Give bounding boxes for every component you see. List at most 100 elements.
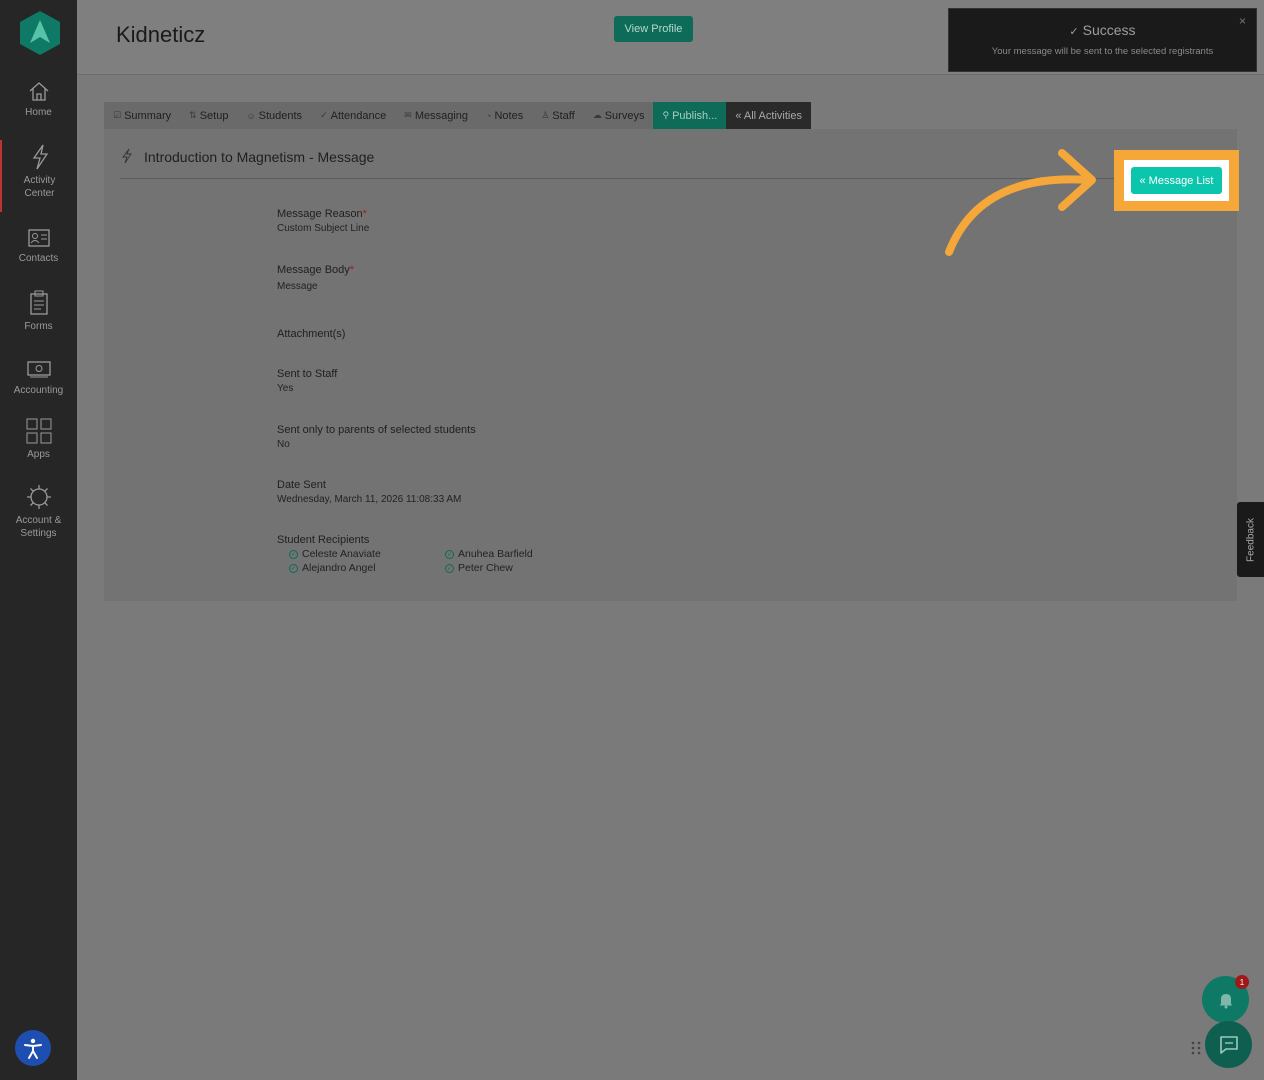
tab-surveys[interactable]: ☁ Surveys — [583, 102, 654, 129]
tab-label: Surveys — [604, 109, 645, 122]
tab-label: Messaging — [414, 109, 469, 122]
bell-icon — [1219, 993, 1232, 1008]
sidebar-item-label: Forms — [24, 321, 53, 332]
sidebar-item-label: Contacts — [18, 253, 59, 264]
gear-icon — [26, 485, 51, 509]
sidebar-item-label: Account & Settings — [15, 515, 62, 539]
required-mark: * — [349, 264, 355, 276]
sidebar-item-apps[interactable]: Apps — [0, 418, 77, 461]
contact-card-icon — [27, 229, 50, 247]
students-icon: ☺ — [246, 110, 256, 121]
recipient-item: ✓ Alejandro Angel — [289, 562, 376, 574]
home-icon — [29, 82, 48, 101]
tab-label: Students — [258, 109, 303, 122]
tab-label: Notes — [494, 109, 524, 122]
recipient-item: ✓ Celeste Anaviate — [289, 548, 381, 560]
check-circle-icon: ✓ — [1069, 26, 1079, 38]
toast-message: Your message will be sent to the selecte… — [991, 46, 1214, 57]
student-recipients-field: Student Recipients — [277, 533, 369, 548]
field-label-row: Message Reason* — [277, 207, 369, 222]
sidebar-item-accounting[interactable]: Accounting — [0, 358, 77, 397]
field-label: Attachment(s) — [277, 328, 346, 340]
check-circle-icon: ✓ — [289, 549, 298, 559]
field-value: No — [277, 439, 290, 450]
sidebar-item-label: Apps — [27, 449, 50, 460]
message-body-field: Message Body* Message — [277, 263, 354, 294]
tab-staff[interactable]: ♙ Staff — [532, 102, 584, 129]
drag-handle-icon[interactable] — [1190, 1040, 1202, 1056]
check-circle-icon: ✓ — [445, 549, 454, 559]
view-profile-button[interactable]: View Profile — [614, 16, 693, 42]
field-label-row: Message Body* — [277, 263, 354, 278]
field-label: Message Body — [277, 264, 350, 276]
field-value: Wednesday, March 11, 2026 11:08:33 AM — [277, 494, 462, 505]
tab-label: Publish... — [672, 109, 718, 122]
field-value: Message — [277, 281, 318, 292]
attendance-icon: ✓ — [320, 110, 328, 120]
field-value: Custom Subject Line — [277, 223, 370, 234]
notification-badge: 1 — [1235, 975, 1249, 989]
tab-students[interactable]: ☺ Students — [237, 102, 312, 129]
field-label: Date Sent — [277, 479, 326, 491]
page-title: Kidneticz — [116, 22, 206, 47]
required-mark: * — [362, 208, 367, 220]
staff-icon: ♙ — [541, 110, 550, 120]
accessibility-button[interactable] — [15, 1030, 51, 1066]
tab-attendance[interactable]: ✓ Attendance — [311, 102, 396, 129]
toast-title: Success — [1082, 22, 1136, 38]
feedback-tab[interactable]: Feedback — [1237, 502, 1264, 577]
recipient-name: Alejandro Angel — [302, 562, 376, 574]
close-icon[interactable]: × — [1239, 14, 1246, 28]
field-label: Student Recipients — [277, 534, 370, 546]
chat-icon — [1219, 1035, 1238, 1054]
sidebar: Home Activity Center Contacts Forms Acco… — [0, 0, 77, 1080]
chat-button[interactable] — [1205, 1021, 1252, 1068]
messaging-icon: ✉ — [404, 110, 412, 120]
sidebar-item-label: Accounting — [13, 385, 64, 396]
summary-icon: ☑ — [113, 110, 122, 120]
tab-notes[interactable]: ◔ Notes — [477, 102, 533, 129]
link-icon: ⚲ — [662, 110, 670, 120]
clipboard-icon — [29, 290, 48, 315]
recipient-name: Celeste Anaviate — [302, 548, 381, 560]
accessibility-icon — [24, 1038, 42, 1059]
sidebar-item-account-settings[interactable]: Account & Settings — [0, 484, 77, 540]
recipient-item: ✓ Peter Chew — [445, 562, 513, 574]
sidebar-item-home[interactable]: Home — [0, 80, 77, 119]
sidebar-item-activity-center[interactable]: Activity Center — [0, 140, 77, 212]
tab-label: « All Activities — [735, 109, 802, 122]
date-sent-field: Date Sent Wednesday, March 11, 2026 11:0… — [277, 478, 461, 507]
sent-to-staff-field: Sent to Staff Yes — [277, 367, 337, 396]
tab-publish[interactable]: ⚲ Publish... — [653, 102, 727, 129]
check-circle-icon: ✓ — [445, 563, 454, 573]
tab-label: Staff — [552, 109, 575, 122]
tab-messaging[interactable]: ✉ Messaging — [395, 102, 478, 129]
tab-all-activities[interactable]: « All Activities — [726, 102, 811, 129]
bolt-icon — [32, 144, 48, 170]
toast-title-row: ✓ Success — [949, 22, 1256, 38]
sidebar-item-label: Home — [25, 107, 52, 118]
recipient-name: Peter Chew — [458, 562, 513, 574]
attachments-field: Attachment(s) — [277, 327, 345, 342]
message-list-button[interactable]: « Message List — [1131, 167, 1222, 194]
tab-label: Setup — [199, 109, 229, 122]
app-logo-icon[interactable] — [19, 10, 61, 56]
tab-label: Attendance — [330, 109, 387, 122]
recipient-name: Anuhea Barfield — [458, 548, 533, 560]
activity-tabs: ☑ Summary ⇅ Setup ☺ Students ✓ Attendance ✉ M… — [104, 102, 811, 129]
recipient-item: ✓ Anuhea Barfield — [445, 548, 533, 560]
sidebar-item-forms[interactable]: Forms — [0, 290, 77, 333]
field-value: Yes — [277, 383, 294, 394]
tab-setup[interactable]: ⇅ Setup — [180, 102, 238, 129]
tab-summary[interactable]: ☑ Summary — [104, 102, 181, 129]
grid-icon — [26, 418, 51, 444]
sidebar-item-contacts[interactable]: Contacts — [0, 226, 77, 265]
money-icon — [26, 361, 51, 378]
bolt-icon — [122, 148, 132, 164]
panel-title: Introduction to Magnetism - Message — [144, 149, 375, 165]
feedback-label: Feedback — [1245, 517, 1256, 562]
field-label: Message Reason — [277, 208, 363, 220]
setup-icon: ⇅ — [189, 110, 197, 120]
check-circle-icon: ✓ — [289, 563, 298, 573]
field-label: Sent only to parents of selected student… — [277, 424, 476, 436]
